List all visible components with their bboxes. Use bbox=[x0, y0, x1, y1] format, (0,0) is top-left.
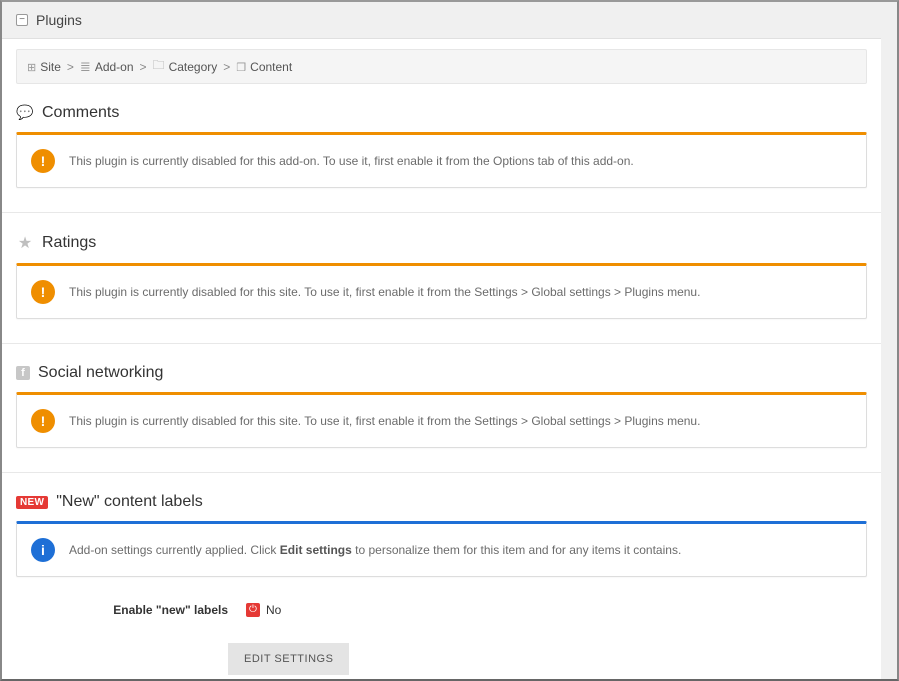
divider bbox=[2, 472, 881, 473]
breadcrumb-separator: > bbox=[140, 60, 147, 74]
cube-icon bbox=[236, 60, 246, 74]
section-heading: NEW "New" content labels bbox=[16, 493, 867, 511]
content-area: − Plugins Site > Add-on > Category bbox=[2, 2, 881, 679]
button-row: EDIT SETTINGS bbox=[16, 643, 867, 675]
list-icon bbox=[80, 59, 91, 75]
breadcrumb-item-category[interactable]: Category bbox=[153, 56, 218, 77]
breadcrumb-item-content[interactable]: Content bbox=[236, 60, 292, 74]
exclamation-icon: ! bbox=[31, 409, 55, 433]
breadcrumb-separator: > bbox=[67, 60, 74, 74]
section-ratings: Ratings ! This plugin is currently disab… bbox=[16, 233, 867, 319]
collapse-icon[interactable]: − bbox=[16, 14, 28, 26]
breadcrumb-label: Category bbox=[169, 60, 218, 74]
field-value-text: No bbox=[266, 603, 281, 617]
breadcrumb-label: Content bbox=[250, 60, 292, 74]
info-icon: i bbox=[31, 538, 55, 562]
section-comments: Comments ! This plugin is currently disa… bbox=[16, 104, 867, 188]
form-row-enable-new: Enable "new" labels ⏻ No bbox=[16, 603, 867, 617]
star-icon bbox=[16, 233, 34, 253]
info-text-prefix: Add-on settings currently applied. Click bbox=[69, 543, 280, 557]
section-title: Social networking bbox=[38, 364, 163, 382]
info-text-suffix: to personalize them for this item and fo… bbox=[352, 543, 681, 557]
power-off-icon: ⏻ bbox=[246, 603, 260, 617]
alert-warning: ! This plugin is currently disabled for … bbox=[16, 132, 867, 188]
section-heading: f Social networking bbox=[16, 364, 867, 382]
breadcrumb: Site > Add-on > Category > Content bbox=[16, 49, 867, 84]
exclamation-icon: ! bbox=[31, 149, 55, 173]
alert-warning: ! This plugin is currently disabled for … bbox=[16, 263, 867, 319]
alert-text: This plugin is currently disabled for th… bbox=[69, 154, 634, 168]
app-frame: − Plugins Site > Add-on > Category bbox=[0, 0, 899, 681]
folder-icon bbox=[153, 56, 165, 77]
section-title: Ratings bbox=[42, 234, 96, 252]
sitemap-icon bbox=[27, 60, 36, 74]
panel-title: Plugins bbox=[36, 12, 82, 28]
divider bbox=[2, 212, 881, 213]
breadcrumb-label: Site bbox=[40, 60, 61, 74]
section-title: "New" content labels bbox=[56, 493, 203, 511]
breadcrumb-separator: > bbox=[223, 60, 230, 74]
edit-settings-button[interactable]: EDIT SETTINGS bbox=[228, 643, 349, 675]
section-title: Comments bbox=[42, 104, 119, 122]
scroll-gutter bbox=[881, 2, 897, 679]
panel-header: − Plugins bbox=[2, 2, 881, 39]
field-value: ⏻ No bbox=[246, 603, 281, 617]
breadcrumb-item-site[interactable]: Site bbox=[27, 60, 61, 74]
alert-info: i Add-on settings currently applied. Cli… bbox=[16, 521, 867, 577]
section-heading: Comments bbox=[16, 104, 867, 122]
section-social: f Social networking ! This plugin is cur… bbox=[16, 364, 867, 448]
alert-warning: ! This plugin is currently disabled for … bbox=[16, 392, 867, 448]
alert-text: This plugin is currently disabled for th… bbox=[69, 285, 700, 299]
section-new-labels: NEW "New" content labels i Add-on settin… bbox=[16, 493, 867, 675]
breadcrumb-item-addon[interactable]: Add-on bbox=[80, 59, 134, 75]
new-badge: NEW bbox=[16, 496, 48, 509]
alert-text: Add-on settings currently applied. Click… bbox=[69, 543, 681, 557]
info-text-bold: Edit settings bbox=[280, 543, 352, 557]
comment-icon bbox=[16, 104, 34, 122]
field-label: Enable "new" labels bbox=[16, 603, 246, 617]
section-heading: Ratings bbox=[16, 233, 867, 253]
facebook-icon: f bbox=[16, 366, 30, 380]
alert-text: This plugin is currently disabled for th… bbox=[69, 414, 700, 428]
exclamation-icon: ! bbox=[31, 280, 55, 304]
breadcrumb-label: Add-on bbox=[95, 60, 134, 74]
divider bbox=[2, 343, 881, 344]
